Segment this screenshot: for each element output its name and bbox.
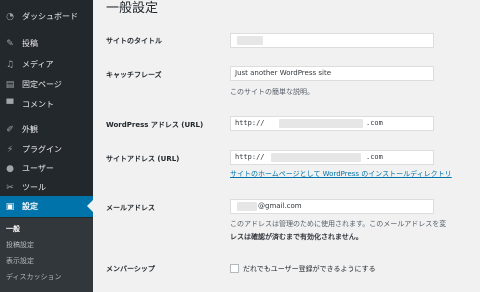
menu-pages-label: 固定ページ — [22, 80, 62, 89]
comment-icon: ▀ — [6, 99, 14, 110]
page-title: 一般設定 — [106, 1, 159, 16]
email-input[interactable]: @gmail.com — [230, 199, 434, 214]
redacted-text — [237, 36, 263, 45]
membership-checkbox[interactable] — [230, 264, 239, 273]
tagline-label: キャッチフレーズ — [106, 71, 162, 79]
tagline-description: このサイトの簡単な説明。 — [230, 88, 314, 96]
menu-users-label: ユーザー — [22, 164, 54, 173]
membership-checkbox-label[interactable]: だれでもユーザー登録ができるようにする — [243, 264, 376, 274]
redacted-text — [237, 202, 257, 211]
settings-submenu: 一般 投稿設定 表示設定 ディスカッション — [0, 218, 93, 292]
email-label: メールアドレス — [106, 204, 155, 212]
brush-icon: ✐ — [6, 124, 14, 135]
menu-appearance-label: 外観 — [22, 125, 38, 134]
settings-content: 一般設定 サイトのタイトル キャッチフレーズ Just another Word… — [93, 0, 480, 292]
redacted-text — [271, 153, 361, 162]
submenu-discussion[interactable]: ディスカッション — [6, 272, 62, 282]
site-address-input[interactable]: http:// .com — [230, 150, 434, 165]
menu-dashboard[interactable]: ◔ ダッシュボード — [0, 6, 93, 27]
redacted-text — [279, 119, 363, 128]
media-icon: ♫ — [5, 59, 15, 70]
site-address-label: サイトアドレス (URL) — [106, 155, 180, 163]
membership-label: メンバーシップ — [106, 265, 155, 273]
menu-comments[interactable]: ▀ コメント — [0, 94, 93, 115]
menu-plugins[interactable]: ⚡ プラグイン — [0, 139, 93, 160]
user-icon: ● — [6, 163, 14, 174]
menu-tools-label: ツール — [22, 183, 46, 192]
submenu-general[interactable]: 一般 — [6, 224, 20, 234]
site-address-help-link[interactable]: サイトのホームページとして WordPress のインストールディレクトリ — [230, 169, 452, 179]
site-title-label: サイトのタイトル — [106, 37, 162, 45]
wp-address-input[interactable]: http:// .com — [230, 116, 434, 131]
menu-tools[interactable]: ✂ ツール — [0, 177, 93, 198]
settings-icon: ▣ — [5, 201, 15, 212]
menu-posts-label: 投稿 — [22, 39, 38, 48]
submenu-writing[interactable]: 投稿設定 — [6, 240, 34, 250]
wrench-icon: ✂ — [6, 182, 14, 193]
email-description-line-2: レスは確認が済むまで有効化されません。 — [230, 233, 363, 241]
menu-plugins-label: プラグイン — [22, 145, 62, 154]
email-description-line-1: このアドレスは管理のために使用されます。このメールアドレスを変 — [230, 220, 447, 228]
menu-pages[interactable]: ▤ 固定ページ — [0, 74, 93, 95]
menu-media-label: メディア — [22, 60, 54, 69]
submenu-reading[interactable]: 表示設定 — [6, 256, 34, 266]
admin-sidebar: ◔ ダッシュボード ✎ 投稿 ♫ メディア ▤ 固定ページ ▀ コメント ✐ 外… — [0, 0, 93, 292]
tagline-input[interactable]: Just another WordPress site — [230, 66, 434, 81]
dashboard-icon: ◔ — [6, 11, 14, 22]
pin-icon: ✎ — [6, 38, 14, 49]
site-address-prefix: http:// — [235, 153, 265, 161]
menu-settings-label: 設定 — [22, 202, 38, 211]
menu-users[interactable]: ● ユーザー — [0, 158, 93, 179]
page-icon: ▤ — [5, 79, 15, 90]
menu-appearance[interactable]: ✐ 外観 — [0, 119, 93, 140]
plugin-icon: ⚡ — [6, 144, 14, 155]
wp-address-suffix: .com — [366, 119, 383, 127]
menu-settings[interactable]: ▣ 設定 — [0, 196, 93, 217]
email-value: @gmail.com — [258, 202, 302, 210]
menu-dashboard-label: ダッシュボード — [22, 12, 78, 21]
wp-address-prefix: http:// — [235, 119, 265, 127]
menu-media[interactable]: ♫ メディア — [0, 54, 93, 75]
menu-comments-label: コメント — [22, 100, 54, 109]
site-title-input[interactable] — [230, 33, 434, 48]
wp-address-label: WordPress アドレス (URL) — [106, 121, 204, 129]
site-address-suffix: .com — [366, 153, 383, 161]
menu-posts[interactable]: ✎ 投稿 — [0, 33, 93, 54]
